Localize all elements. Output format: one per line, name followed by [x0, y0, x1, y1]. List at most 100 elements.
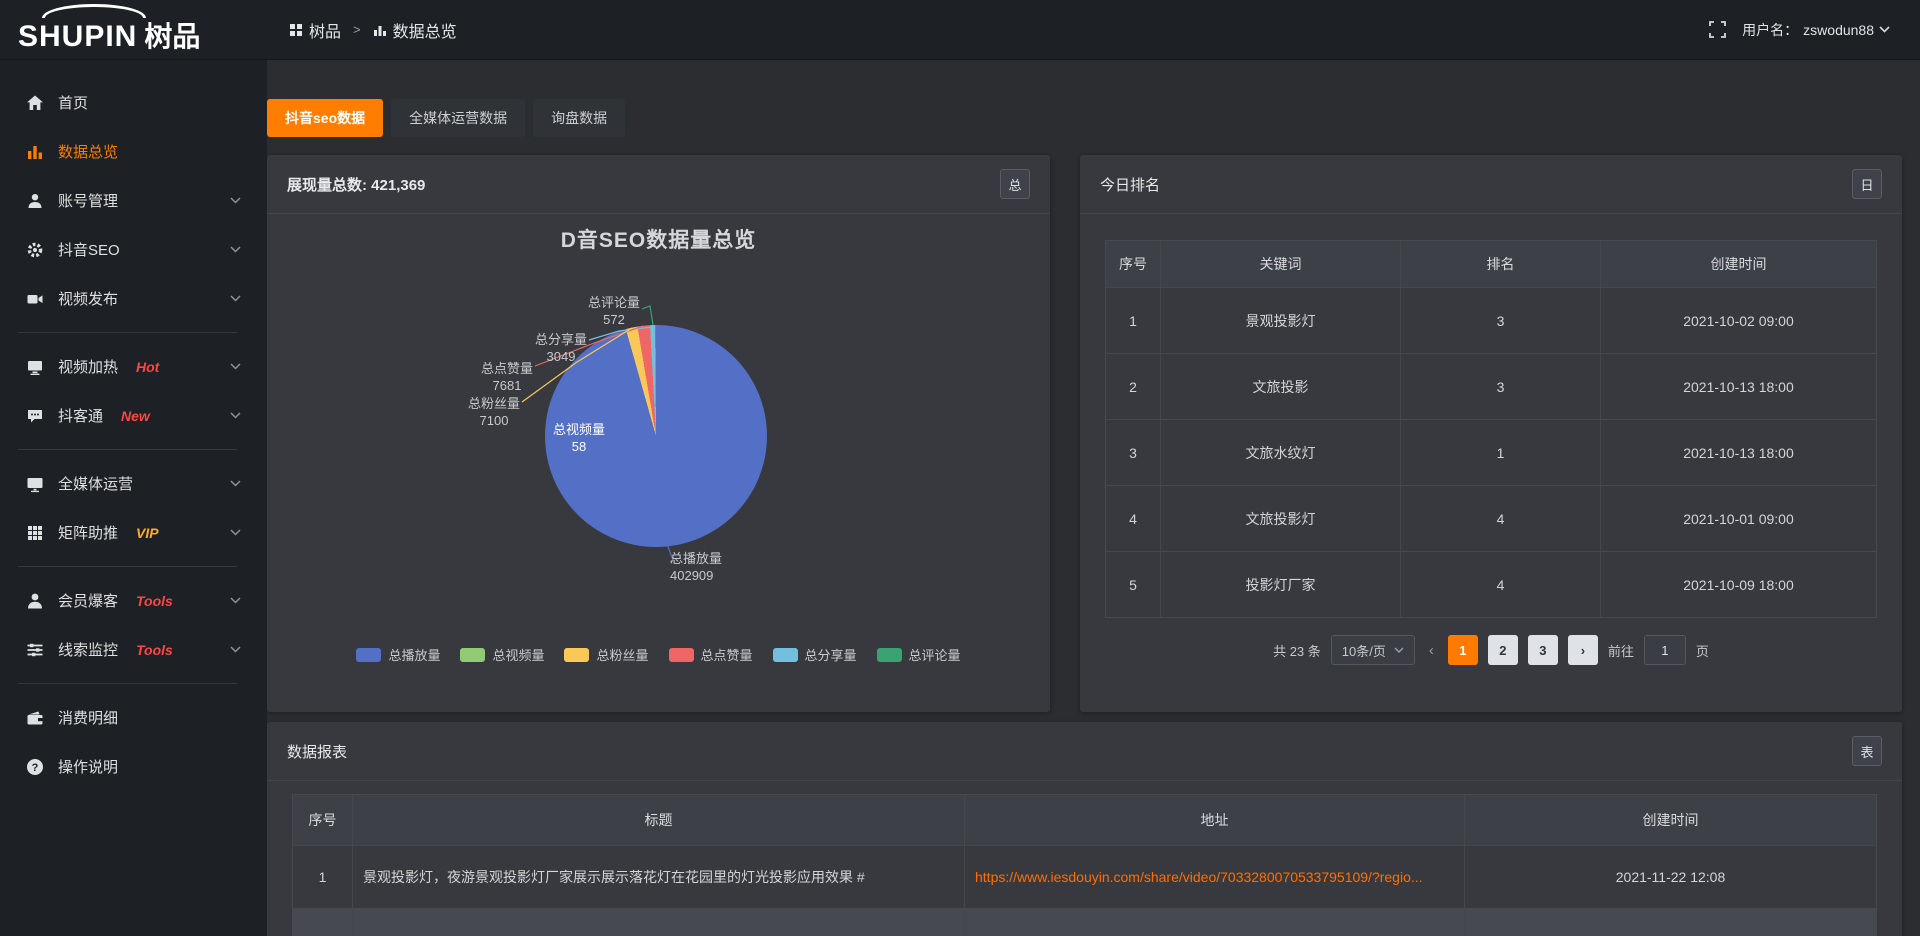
tools-badge: Tools: [136, 642, 173, 658]
sidebar-item-label: 会员爆客: [58, 590, 118, 611]
sidebar-item-data-overview[interactable]: 数据总览: [0, 127, 267, 176]
sidebar-item-label: 操作说明: [58, 756, 118, 777]
legend-item-plays[interactable]: 总播放量: [356, 645, 440, 664]
sidebar-item-label: 全媒体运营: [58, 473, 133, 494]
sidebar-item-video-heat[interactable]: 视频加热 Hot: [0, 342, 267, 391]
chevron-down-icon: [230, 197, 241, 204]
chevron-down-icon: [230, 412, 241, 419]
sidebar-item-label: 矩阵助推: [58, 522, 118, 543]
tab-douyin-seo-data[interactable]: 抖音seo数据: [267, 99, 383, 137]
table-row: 4 文旅投影灯 4 2021-10-01 09:00: [1106, 485, 1876, 551]
ranking-table: 序号 关键词 排名 创建时间 1 景观投影灯 3 2021-10-02 09:0…: [1105, 240, 1877, 618]
chart-panel: 展现量总数: 421,369 总 D音SEO数据量总览 总评论量 572: [267, 155, 1050, 712]
sidebar-item-member-burst[interactable]: 会员爆客 Tools: [0, 576, 267, 625]
wallet-icon: [25, 709, 45, 727]
user-icon: [25, 192, 45, 210]
sidebar-item-omni-media[interactable]: 全媒体运营: [0, 459, 267, 508]
ranking-panel: 今日排名 日 序号 关键词 排名 创建时间 1 景观投影灯 3 2021-10-…: [1080, 155, 1902, 712]
chevron-down-icon: [230, 646, 241, 653]
hot-badge: Hot: [136, 359, 159, 375]
sidebar-item-consumption[interactable]: 消费明细: [0, 693, 267, 742]
page-unit-label: 页: [1696, 641, 1709, 660]
breadcrumb-separator: >: [353, 22, 361, 37]
sidebar-item-lead-monitor[interactable]: 线索监控 Tools: [0, 625, 267, 674]
legend-item-shares[interactable]: 总分享量: [773, 645, 857, 664]
page-button-3[interactable]: 3: [1528, 635, 1558, 665]
chevron-down-icon: [230, 363, 241, 370]
logo-text-en: SHUPIN: [18, 15, 137, 59]
page-button-2[interactable]: 2: [1488, 635, 1518, 665]
tab-omni-media-data[interactable]: 全媒体运营数据: [391, 99, 525, 137]
sidebar-item-instructions[interactable]: ? 操作说明: [0, 742, 267, 791]
svg-text:?: ?: [32, 762, 39, 774]
pie-label-fans: 总粉丝量 7100: [468, 395, 520, 429]
report-panel: 数据报表 表 序号 标题 地址 创建时间 1 景观投影灯，夜游景观投影灯厂家展示…: [267, 722, 1902, 936]
bar-chart-icon: [373, 23, 387, 37]
tv-icon: [25, 358, 45, 376]
legend-item-comments[interactable]: 总评论量: [877, 645, 961, 664]
sidebar-item-doukotong[interactable]: 抖客通 New: [0, 391, 267, 440]
gear-icon: [25, 241, 45, 259]
breadcrumb-item-home[interactable]: 树品: [289, 18, 341, 42]
chevron-down-icon: [1879, 26, 1890, 33]
table-row: 2 文旅投影 3 2021-10-13 18:00: [1106, 353, 1876, 419]
fullscreen-icon[interactable]: [1709, 21, 1726, 38]
user-menu[interactable]: 用户名： zswodun88: [1742, 20, 1890, 40]
username-label: 用户名：: [1742, 20, 1798, 40]
new-badge: New: [121, 408, 150, 424]
label-line-comments: [642, 306, 653, 325]
legend-item-fans[interactable]: 总粉丝量: [564, 645, 648, 664]
chart-title: D音SEO数据量总览: [267, 224, 1050, 254]
video-link[interactable]: https://www.iesdouyin.com/share/video/70…: [965, 845, 1465, 908]
breadcrumb-item-overview[interactable]: 数据总览: [373, 18, 457, 42]
sidebar: 首页 数据总览 账号管理: [0, 60, 267, 936]
pie-chart-area: D音SEO数据量总览 总评论量 572 总分享量 3049: [267, 214, 1050, 711]
breadcrumb-label: 树品: [309, 18, 341, 42]
table-row: 5 投影灯厂家 4 2021-10-09 18:00: [1106, 551, 1876, 617]
tools-badge: Tools: [136, 593, 173, 609]
chart-legend: 总播放量 总视频量 总粉丝量 总点赞量: [267, 645, 1050, 664]
ranking-title: 今日排名: [1100, 174, 1160, 195]
table-row: 1 景观投影灯 3 2021-10-02 09:00: [1106, 287, 1876, 353]
page-size-select[interactable]: 10条/页: [1331, 635, 1415, 665]
total-toggle-button[interactable]: 总: [1000, 169, 1030, 199]
page-button-1[interactable]: 1: [1448, 635, 1478, 665]
pie-label-shares: 总分享量 3049: [535, 331, 587, 365]
video-camera-icon: [25, 290, 45, 308]
sidebar-item-home[interactable]: 首页: [0, 78, 267, 127]
legend-swatch: [564, 648, 589, 662]
chart-panel-header: 展现量总数: 421,369 总: [267, 155, 1050, 214]
tab-inquiry-data[interactable]: 询盘数据: [533, 99, 625, 137]
daily-toggle-button[interactable]: 日: [1852, 169, 1882, 199]
table-toggle-button[interactable]: 表: [1852, 736, 1882, 766]
video-title: 景观投影灯，夜游景观投影灯厂家展示展示落花灯在花园里的灯光投影应用效果 #: [353, 845, 965, 908]
header-right: 用户名： zswodun88: [1709, 20, 1890, 40]
sidebar-item-video-publish[interactable]: 视频发布: [0, 274, 267, 323]
sidebar-item-label: 线索监控: [58, 639, 118, 660]
vip-badge: VIP: [136, 525, 159, 541]
goto-page-input[interactable]: [1644, 635, 1686, 665]
legend-item-likes[interactable]: 总点赞量: [669, 645, 753, 664]
bar-chart-icon: [25, 143, 45, 161]
total-count: 共 23 条: [1273, 641, 1321, 660]
report-table-header: 序号 标题 地址 创建时间: [293, 795, 1876, 845]
prev-page-button[interactable]: ‹: [1425, 642, 1438, 659]
ranking-panel-header: 今日排名 日: [1080, 155, 1902, 214]
sidebar-item-douyin-seo[interactable]: 抖音SEO: [0, 225, 267, 274]
next-page-button[interactable]: ›: [1568, 635, 1598, 665]
goto-label: 前往: [1608, 641, 1634, 660]
logo-text-cn: 树品: [144, 15, 200, 59]
sidebar-item-label: 视频加热: [58, 356, 118, 377]
sidebar-item-label: 首页: [58, 92, 88, 113]
member-icon: [25, 592, 45, 610]
sidebar-item-matrix-boost[interactable]: 矩阵助推 VIP: [0, 508, 267, 557]
logo-arc-decoration: [42, 4, 146, 18]
sidebar-item-label: 消费明细: [58, 707, 118, 728]
legend-swatch: [669, 648, 694, 662]
chevron-down-icon: [230, 246, 241, 253]
username-value: zswodun88: [1803, 22, 1874, 38]
sidebar-item-account[interactable]: 账号管理: [0, 176, 267, 225]
home-icon: [25, 94, 45, 112]
chevron-down-icon: [230, 480, 241, 487]
legend-item-videos[interactable]: 总视频量: [460, 645, 544, 664]
